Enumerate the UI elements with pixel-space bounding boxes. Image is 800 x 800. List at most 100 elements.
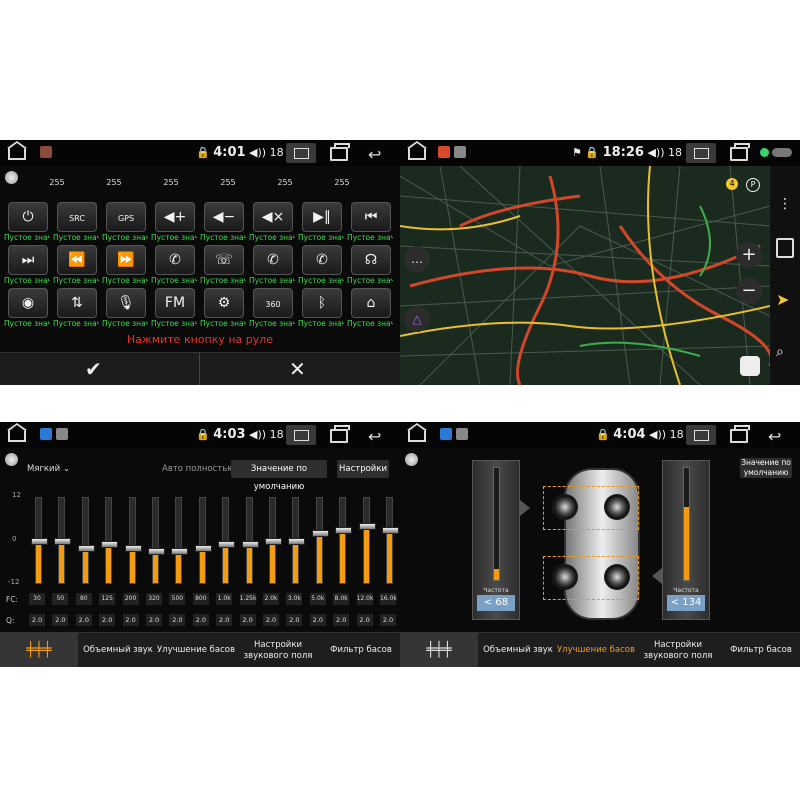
- screenshot-button[interactable]: [286, 425, 316, 445]
- q-value[interactable]: 2.0: [192, 614, 209, 626]
- eq-slider[interactable]: [124, 497, 142, 584]
- assistant-button[interactable]: △: [404, 306, 430, 332]
- navigate-icon[interactable]: ➤: [776, 290, 789, 309]
- float-button[interactable]: [5, 453, 18, 466]
- tab-bass-boost[interactable]: Улучшение басов: [556, 633, 636, 667]
- q-value[interactable]: 2.0: [356, 614, 373, 626]
- eq-knob[interactable]: [335, 526, 353, 534]
- eq-slider[interactable]: [218, 497, 236, 584]
- preset-select[interactable]: Мягкий ⌄: [27, 464, 70, 474]
- app-icon[interactable]: [438, 146, 450, 158]
- right-freq-track[interactable]: [683, 467, 690, 581]
- fc-value[interactable]: 5.0k: [309, 593, 326, 605]
- key-button[interactable]: ⏩: [106, 245, 146, 275]
- right-freq-value[interactable]: < 134: [667, 595, 705, 611]
- back-icon[interactable]: ↩: [768, 427, 781, 446]
- q-value[interactable]: 2.0: [286, 614, 303, 626]
- eq-knob[interactable]: [218, 541, 236, 549]
- eq-slider[interactable]: [382, 497, 399, 584]
- eq-slider[interactable]: [241, 497, 259, 584]
- recent-apps-icon[interactable]: [330, 425, 350, 443]
- eq-knob[interactable]: [241, 541, 259, 549]
- app-icon[interactable]: [440, 428, 452, 440]
- confirm-button[interactable]: ✔: [85, 357, 102, 381]
- eq-knob[interactable]: [148, 548, 165, 556]
- eq-knob[interactable]: [265, 537, 282, 545]
- tab-bass-filter[interactable]: Фильтр басов: [722, 633, 800, 667]
- home-icon[interactable]: [407, 423, 427, 442]
- fc-value[interactable]: 3.0k: [286, 593, 303, 605]
- eq-slider[interactable]: [265, 497, 282, 584]
- fc-value[interactable]: 2.0k: [263, 593, 279, 605]
- tab-equalizer[interactable]: ╪╪╪: [400, 633, 478, 667]
- q-value[interactable]: 2.0: [99, 614, 116, 626]
- q-value[interactable]: 2.0: [239, 614, 256, 626]
- tab-sound-field[interactable]: Настройки звукового поля: [238, 633, 318, 667]
- eq-knob[interactable]: [31, 537, 48, 545]
- tab-sound-field[interactable]: Настройки звукового поля: [638, 633, 718, 667]
- q-value[interactable]: 2.0: [216, 614, 233, 626]
- key-button[interactable]: ▶∥: [302, 202, 342, 232]
- compass-button[interactable]: [740, 356, 760, 376]
- key-button[interactable]: ⇅: [57, 288, 97, 318]
- eq-slider[interactable]: [171, 497, 189, 584]
- q-value[interactable]: 2.0: [122, 614, 139, 626]
- fc-value[interactable]: 500: [169, 593, 186, 605]
- q-value[interactable]: 2.0: [333, 614, 350, 626]
- fc-value[interactable]: 200: [122, 593, 139, 605]
- eq-knob[interactable]: [311, 530, 329, 538]
- app-icon[interactable]: [40, 428, 52, 440]
- eq-slider[interactable]: [311, 497, 329, 584]
- zoom-in-button[interactable]: +: [736, 242, 762, 268]
- value-field[interactable]: 255: [321, 178, 363, 187]
- default-button[interactable]: Значение по умолчанию: [231, 460, 327, 492]
- key-button[interactable]: ⌂: [351, 288, 391, 318]
- recent-apps-icon[interactable]: [330, 143, 350, 161]
- key-button[interactable]: ᛒ: [302, 288, 342, 318]
- chat-button[interactable]: …: [404, 246, 430, 272]
- key-button[interactable]: ✆: [155, 245, 195, 275]
- fc-value[interactable]: 1.0k: [216, 593, 233, 605]
- eq-slider[interactable]: [335, 497, 353, 584]
- tab-equalizer[interactable]: ╪╪╪: [0, 633, 78, 667]
- float-button[interactable]: [405, 453, 418, 466]
- back-icon[interactable]: ↩: [368, 427, 381, 446]
- eq-slider[interactable]: [54, 497, 72, 584]
- fc-value[interactable]: 12.0k: [356, 593, 373, 605]
- eq-knob[interactable]: [54, 537, 72, 545]
- fc-value[interactable]: 1.25k: [239, 593, 256, 605]
- key-button[interactable]: SRC: [57, 202, 97, 232]
- eq-knob[interactable]: [101, 541, 119, 549]
- menu-icon[interactable]: ⋮: [778, 196, 792, 212]
- eq-knob[interactable]: [77, 544, 95, 552]
- key-button[interactable]: 🎙: [106, 288, 146, 318]
- cancel-button[interactable]: ✕: [289, 357, 306, 381]
- eq-slider[interactable]: [31, 497, 48, 584]
- value-field[interactable]: 255: [36, 178, 78, 187]
- q-value[interactable]: 2.0: [75, 614, 92, 626]
- q-value[interactable]: 2.0: [380, 614, 396, 626]
- key-button[interactable]: ◀×: [253, 202, 293, 232]
- value-field[interactable]: 255: [207, 178, 249, 187]
- eq-knob[interactable]: [171, 548, 189, 556]
- home-icon[interactable]: [407, 141, 427, 160]
- recent-apps-icon[interactable]: [730, 143, 750, 161]
- search-icon[interactable]: ⌕: [776, 344, 784, 360]
- left-freq-value[interactable]: < 68: [477, 595, 515, 611]
- toggle-icon[interactable]: [772, 148, 792, 157]
- map-view[interactable]: … △ 4 P + −: [400, 165, 773, 385]
- parking-button[interactable]: P: [746, 178, 760, 192]
- tab-surround[interactable]: Объемный звук: [480, 633, 556, 667]
- home-icon[interactable]: [7, 423, 27, 442]
- eq-knob[interactable]: [288, 537, 306, 545]
- zoom-out-button[interactable]: −: [736, 278, 762, 304]
- eq-slider[interactable]: [288, 497, 306, 584]
- screenshot-button[interactable]: [286, 143, 316, 163]
- key-button[interactable]: ☏: [204, 245, 244, 275]
- key-button[interactable]: ◉: [8, 288, 48, 318]
- fc-value[interactable]: 30: [29, 593, 45, 605]
- key-button[interactable]: ⚙: [204, 288, 244, 318]
- value-field[interactable]: 255: [93, 178, 135, 187]
- key-button[interactable]: ⏭: [8, 245, 48, 275]
- q-value[interactable]: 2.0: [263, 614, 279, 626]
